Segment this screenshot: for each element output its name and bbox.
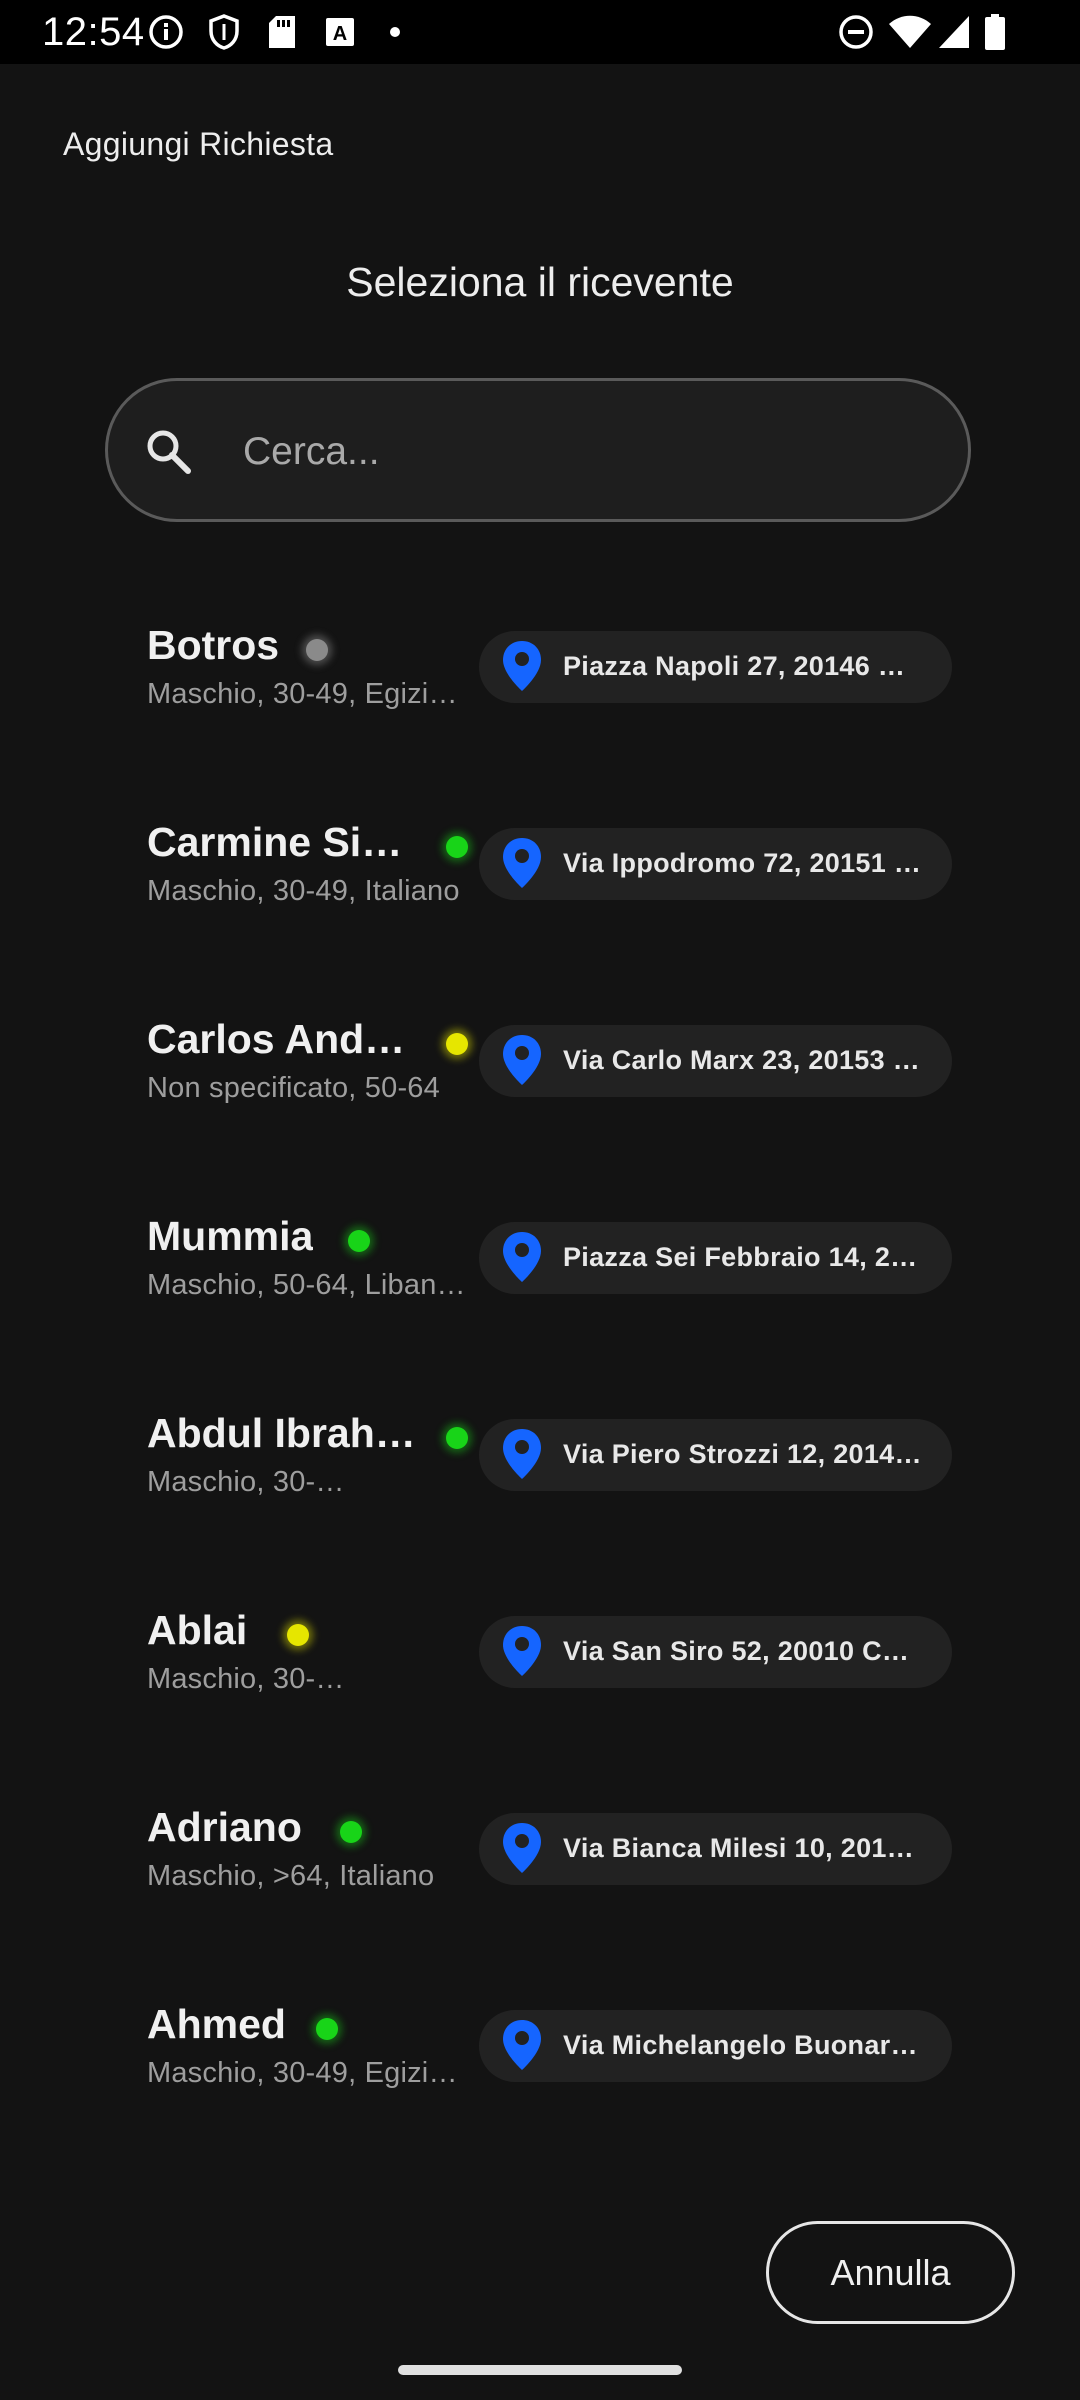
recipient-name: Adriano <box>147 1804 302 1850</box>
screen: 12:54 A Aggiungi Richiesta Seleziona il … <box>0 0 1080 2400</box>
location-pin-icon <box>501 1821 543 1875</box>
search-input[interactable] <box>243 417 923 487</box>
status-dot <box>287 1624 309 1646</box>
recipient-details: Maschio, 30-49 <box>147 1663 347 1695</box>
location-pin-icon <box>501 2018 543 2072</box>
address-text: Piazza Napoli 27, 20146 Milano <box>563 651 923 681</box>
recipient-details: Maschio, 30-49 <box>147 1466 347 1498</box>
recipient-details: Maschio, 30-49, Egiziano <box>147 678 469 710</box>
address-text: Via Carlo Marx 23, 20153 Milano <box>563 1045 923 1075</box>
cancel-button[interactable]: Annulla <box>766 2221 1015 2324</box>
wifi-icon <box>886 12 934 52</box>
location-pin-icon <box>501 1624 543 1678</box>
address-text: Via Michelangelo Buonarroti 5, Milano <box>563 2030 923 2060</box>
info-icon <box>146 12 186 52</box>
address-text: Via Piero Strozzi 12, 20146 Milano <box>563 1439 923 1469</box>
status-dot <box>446 1033 468 1055</box>
sd-card-icon <box>262 12 302 52</box>
battery-icon <box>980 12 1010 52</box>
shield-icon <box>204 12 244 52</box>
recipient-row[interactable]: Botros Maschio, 30-49, Egiziano Piazza N… <box>0 620 1080 817</box>
status-dot <box>348 1230 370 1252</box>
status-dot <box>446 836 468 858</box>
search-icon <box>144 427 192 475</box>
recipient-details: Maschio, 50-64, Libanese <box>147 1269 479 1301</box>
recipient-row[interactable]: Adriano Maschio, >64, Italiano Via Bianc… <box>0 1802 1080 1999</box>
home-indicator[interactable] <box>398 2365 682 2375</box>
recipient-details: Maschio, 30-49, Egiziano <box>147 2057 469 2089</box>
recipient-details: Maschio, >64, Italiano <box>147 1860 435 1892</box>
font-a-icon: A <box>320 12 360 52</box>
recipient-name: Carmine Sirignano <box>147 819 417 865</box>
address-chip[interactable]: Via Bianca Milesi 10, 20152 Milano <box>479 1813 952 1885</box>
recipient-row[interactable]: Ahmed Maschio, 30-49, Egiziano Via Miche… <box>0 1999 1080 2196</box>
address-chip[interactable]: Piazza Napoli 27, 20146 Milano <box>479 631 952 703</box>
status-time: 12:54 <box>42 10 145 54</box>
recipient-row[interactable]: Carmine Sirignano Maschio, 30-49, Italia… <box>0 817 1080 1014</box>
location-pin-icon <box>501 1427 543 1481</box>
recipient-row[interactable]: Abdul Ibrahim Maschio, 30-49 Via Piero S… <box>0 1408 1080 1605</box>
status-dot <box>306 639 328 661</box>
address-text: Via Bianca Milesi 10, 20152 Milano <box>563 1833 923 1863</box>
address-text: Via San Siro 52, 20010 Cornaredo <box>563 1636 923 1666</box>
signal-icon <box>936 12 972 52</box>
address-text: Piazza Sei Febbraio 14, 20145 Milano <box>563 1242 923 1272</box>
recipient-name: Ahmed <box>147 2001 286 2047</box>
dot-icon <box>378 12 412 52</box>
recipient-details: Maschio, 30-49, Italiano <box>147 875 460 907</box>
address-chip[interactable]: Via Ippodromo 72, 20151 Milano <box>479 828 952 900</box>
recipient-name: Mummia <box>147 1213 314 1259</box>
recipient-name: Carlos Anderson <box>147 1016 417 1062</box>
status-dot <box>316 2018 338 2040</box>
address-text: Via Ippodromo 72, 20151 Milano <box>563 848 923 878</box>
recipient-name: Botros <box>147 622 280 668</box>
address-chip[interactable]: Piazza Sei Febbraio 14, 20145 Milano <box>479 1222 952 1294</box>
app-title: Aggiungi Richiesta <box>63 126 334 162</box>
search-box[interactable] <box>105 378 971 522</box>
location-pin-icon <box>501 1230 543 1284</box>
location-pin-icon <box>501 1033 543 1087</box>
section-title: Seleziona il ricevente <box>346 259 734 305</box>
recipient-details: Non specificato, 50-64 <box>147 1072 440 1104</box>
svg-text:A: A <box>333 23 347 45</box>
do-not-disturb-icon <box>836 12 876 52</box>
address-chip[interactable]: Via Michelangelo Buonarroti 5, Milano <box>479 2010 952 2082</box>
location-pin-icon <box>501 639 543 693</box>
status-bar: 12:54 A <box>0 0 1080 64</box>
recipient-row[interactable]: Ablai Maschio, 30-49 Via San Siro 52, 20… <box>0 1605 1080 1802</box>
recipient-name: Ablai <box>147 1607 248 1653</box>
recipient-row[interactable]: Mummia Maschio, 50-64, Libanese Piazza S… <box>0 1211 1080 1408</box>
address-chip[interactable]: Via Carlo Marx 23, 20153 Milano <box>479 1025 952 1097</box>
status-dot <box>446 1427 468 1449</box>
recipient-name: Abdul Ibrahim <box>147 1410 417 1456</box>
address-chip[interactable]: Via Piero Strozzi 12, 20146 Milano <box>479 1419 952 1491</box>
recipient-row[interactable]: Carlos Anderson Non specificato, 50-64 V… <box>0 1014 1080 1211</box>
address-chip[interactable]: Via San Siro 52, 20010 Cornaredo <box>479 1616 952 1688</box>
location-pin-icon <box>501 836 543 890</box>
status-dot <box>340 1821 362 1843</box>
